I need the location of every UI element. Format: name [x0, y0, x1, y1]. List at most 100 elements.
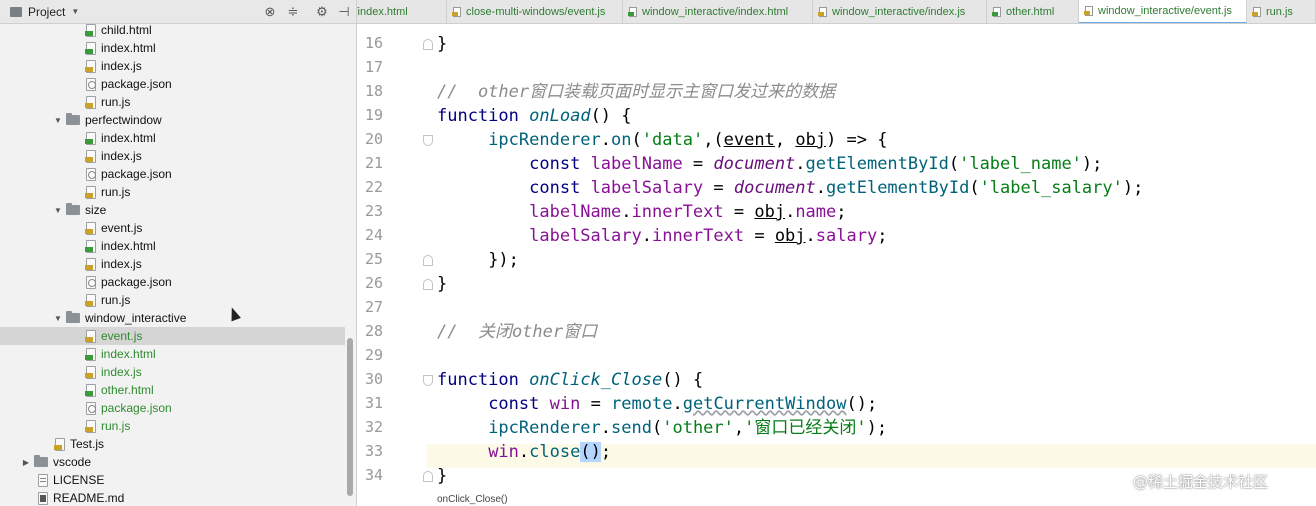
tab-label: other.html [1006, 6, 1055, 18]
code-line-24: labelSalary.innerText = obj.salary; [529, 226, 888, 246]
line-number: 25 [364, 250, 383, 268]
html-file-icon [992, 7, 1001, 17]
chevron-down-icon[interactable]: ▼ [71, 7, 79, 16]
tree-item-label: index.html [101, 131, 156, 145]
chevron-right-icon[interactable]: ▶ [20, 458, 32, 467]
code-line-19: function onLoad() { [437, 106, 632, 126]
tree-scrollbar[interactable] [347, 338, 353, 496]
tree-item[interactable]: index.js [0, 363, 345, 381]
tree-item-label: LICENSE [53, 473, 105, 487]
editor-tab[interactable]: s/index.html [357, 0, 447, 23]
chevron-down-icon[interactable]: ▼ [52, 314, 64, 323]
line-gutter: 16 17 18 19 20 21 22 23 24 25 26 27 28 29 30 31 32 33 34 [357, 24, 427, 506]
fold-marker-icon[interactable] [423, 135, 433, 146]
tree-item[interactable]: ▼ window_interactive [0, 309, 345, 327]
breadcrumb[interactable]: onClick_Close() [357, 494, 1316, 506]
folder-icon [34, 455, 48, 467]
editor-tab-bar: s/index.html close-multi-windows/event.js… [357, 0, 1316, 24]
tree-item[interactable]: Test.js [0, 435, 345, 453]
chevron-down-icon[interactable]: ▼ [52, 206, 64, 215]
js-file-icon [54, 437, 65, 451]
folder-icon [66, 203, 80, 215]
tree-item[interactable]: index.js [0, 255, 345, 273]
tree-item-label: index.html [101, 239, 156, 253]
code-editor[interactable]: 16 17 18 19 20 21 22 23 24 25 26 27 28 29 30 31 32 33 34 }… [357, 24, 1316, 506]
tree-item[interactable]: LICENSE [0, 471, 345, 489]
tab-label: close-multi-windows/event.js [466, 6, 606, 18]
tree-item[interactable]: README.md [0, 489, 345, 506]
tree-item[interactable]: package.json [0, 399, 345, 417]
line-number: 29 [364, 346, 383, 364]
line-number: 27 [364, 298, 383, 316]
tree-item[interactable]: package.json [0, 165, 345, 183]
tree-item[interactable]: child.html [0, 21, 345, 39]
collapse-all-icon[interactable]: ≑ [285, 4, 301, 20]
editor-tab[interactable]: other.html [987, 0, 1079, 23]
tree-item[interactable]: run.js [0, 417, 345, 435]
locate-icon[interactable]: ⊗ [262, 4, 278, 20]
fold-marker-icon[interactable] [423, 39, 433, 50]
editor-tab[interactable]: close-multi-windows/event.js [447, 0, 623, 23]
tree-item[interactable]: index.html [0, 39, 345, 57]
tree-item-label: vscode [53, 455, 92, 469]
line-number: 22 [364, 178, 383, 196]
hide-panel-icon[interactable]: ⊣ [336, 4, 352, 20]
tree-item-label: package.json [101, 77, 172, 91]
tree-item[interactable]: index.html [0, 129, 345, 147]
line-number: 24 [364, 226, 383, 244]
tree-item[interactable]: index.js [0, 57, 345, 75]
fold-marker-icon[interactable] [423, 375, 433, 386]
json-file-icon [86, 401, 96, 415]
js-file-icon [452, 7, 461, 17]
tree-item[interactable]: index.js [0, 147, 345, 165]
gear-icon[interactable]: ⚙ [314, 4, 330, 20]
editor-tab[interactable]: window_interactive/index.html [623, 0, 813, 23]
editor-tab[interactable]: window_interactive/index.js [813, 0, 987, 23]
tree-item[interactable]: ▶ vscode [0, 453, 345, 471]
js-file-icon [85, 329, 96, 343]
code-line-26: } [437, 274, 448, 294]
project-folder-icon [10, 6, 22, 17]
js-file-icon [85, 257, 96, 271]
js-file-icon [85, 149, 96, 163]
code-line-34: } [437, 466, 448, 486]
folder-icon [66, 311, 80, 323]
tree-item[interactable]: package.json [0, 273, 345, 291]
tree-item-label: window_interactive [85, 311, 187, 325]
tree-item-label: package.json [101, 401, 172, 415]
tree-item[interactable]: other.html [0, 381, 345, 399]
code-line-31: const win = remote.getCurrentWindow(); [488, 394, 878, 414]
tree-item[interactable]: run.js [0, 183, 345, 201]
tree-item[interactable]: event.js [0, 327, 345, 345]
line-number: 31 [364, 394, 383, 412]
fold-marker-icon[interactable] [423, 471, 433, 482]
code-line-23: labelName.innerText = obj.name; [529, 202, 847, 222]
line-number: 26 [364, 274, 383, 292]
tree-item[interactable]: ▼ size [0, 201, 345, 219]
tree-item-label: run.js [101, 95, 131, 109]
js-file-icon [85, 59, 96, 73]
tree-item-label: other.html [101, 383, 154, 397]
project-title[interactable]: Project [28, 5, 65, 19]
chevron-down-icon[interactable]: ▼ [52, 116, 64, 125]
fold-marker-icon[interactable] [423, 255, 433, 266]
tree-item[interactable]: run.js [0, 291, 345, 309]
code-line-18: // other窗口装载页面时显示主窗口发过来的数据 [437, 82, 836, 102]
tree-item-label: index.js [101, 149, 142, 163]
editor-tab[interactable]: window_interactive/event.js [1079, 0, 1247, 23]
fold-marker-icon[interactable] [423, 279, 433, 290]
line-number: 19 [364, 106, 383, 124]
js-file-icon [85, 95, 96, 109]
line-number: 21 [364, 154, 383, 172]
tree-item-label: index.html [101, 41, 156, 55]
tree-item[interactable]: event.js [0, 219, 345, 237]
tree-item[interactable]: index.html [0, 237, 345, 255]
js-file-icon [85, 365, 96, 379]
js-file-icon [818, 7, 827, 17]
tree-item-label: event.js [101, 221, 143, 235]
tree-item[interactable]: run.js [0, 93, 345, 111]
txt-file-icon [38, 473, 48, 487]
tree-item[interactable]: package.json [0, 75, 345, 93]
tree-item[interactable]: index.html [0, 345, 345, 363]
tree-item[interactable]: ▼ perfectwindow [0, 111, 345, 129]
